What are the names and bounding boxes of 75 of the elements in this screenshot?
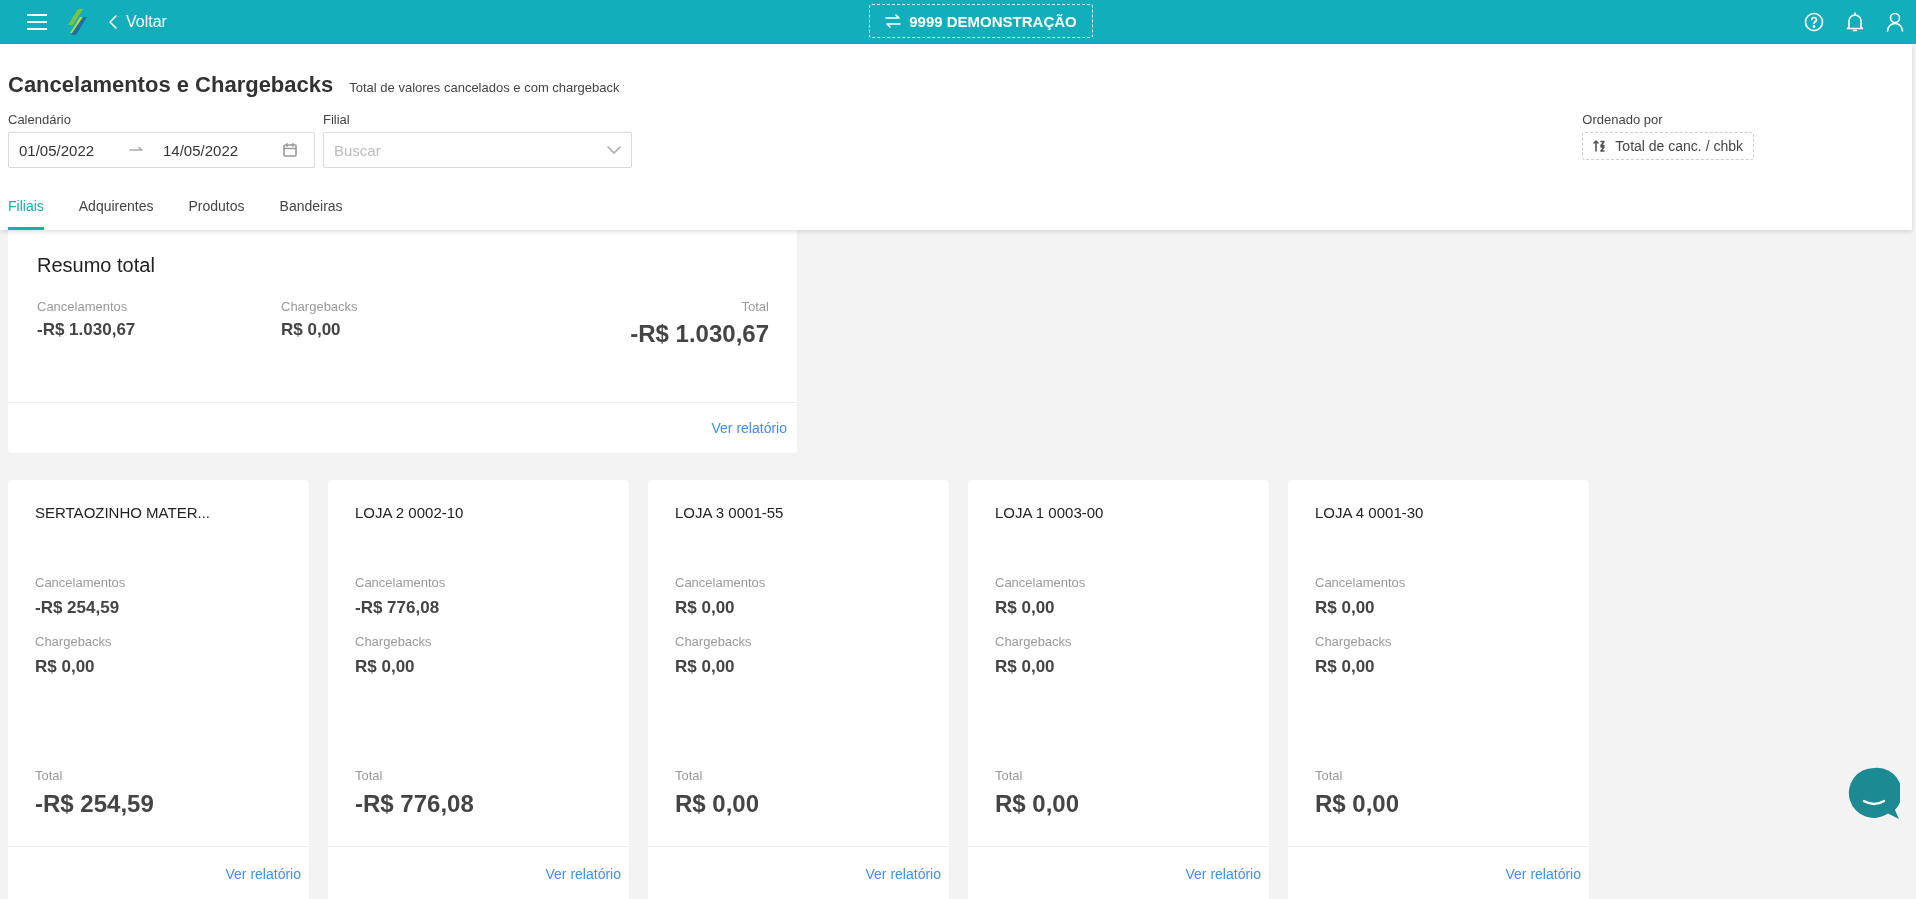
report-link[interactable]: Ver relatório (865, 866, 941, 882)
chat-bubble-icon[interactable] (1848, 767, 1900, 821)
cancellations-label: Cancelamentos (995, 575, 1086, 590)
total-value: R$ 0,00 (1315, 790, 1400, 818)
total-value: R$ 0,00 (675, 790, 760, 818)
menu-icon[interactable] (26, 13, 48, 31)
company-switch-button[interactable]: 9999 DEMONSTRAÇÃO (869, 4, 1093, 38)
calendar-icon (283, 143, 297, 157)
user-icon (1886, 12, 1904, 32)
cancellations-label: Cancelamentos (1315, 575, 1406, 590)
cancellations-value: -R$ 254,59 (35, 598, 120, 618)
start-date-field[interactable]: 01/05/2022 (19, 141, 119, 159)
report-link[interactable]: Ver relatório (225, 866, 301, 882)
cancellations-value: -R$ 776,08 (355, 598, 440, 618)
date-range-picker[interactable]: 01/05/2022 14/05/2022 (8, 132, 315, 168)
store-name: LOJA 2 0002-10 (355, 504, 465, 521)
total-label: Total (35, 768, 63, 783)
calendar-label: Calendário (8, 112, 72, 127)
cancellations-label: Cancelamentos (35, 575, 126, 590)
store-name: LOJA 1 0003-00 (995, 504, 1105, 521)
chargebacks-value: R$ 0,00 (675, 657, 735, 677)
total-label: Total (1315, 768, 1343, 783)
chargebacks-value: R$ 0,00 (1315, 657, 1375, 677)
chargebacks-label: Chargebacks (35, 634, 112, 649)
cancellations-label: Cancelamentos (675, 575, 766, 590)
end-date-field[interactable]: 14/05/2022 (163, 141, 273, 159)
report-link[interactable]: Ver relatório (711, 420, 787, 436)
chargebacks-label: Chargebacks (355, 634, 432, 649)
help-icon (1804, 12, 1824, 32)
card-title: Resumo total (37, 254, 156, 277)
sort-label: Ordenado por (1582, 112, 1664, 127)
swap-arrows-icon (885, 14, 902, 28)
branch-label: Filial (323, 112, 351, 127)
report-link[interactable]: Ver relatório (1505, 866, 1581, 882)
store-name: LOJA 3 0001-55 (675, 504, 785, 521)
cancellations-label: Cancelamentos (355, 575, 446, 590)
branch-select[interactable]: Buscar (323, 132, 632, 168)
page-subtitle: Total de valores cancelados e com chargeback (349, 80, 620, 95)
cancellations-value: R$ 0,00 (995, 598, 1055, 618)
total-label: Total (355, 768, 383, 783)
total-value: -R$ 254,59 (35, 790, 154, 818)
back-button[interactable]: Voltar (108, 13, 167, 31)
logo-icon (66, 9, 88, 35)
branch-search-field[interactable]: Buscar (334, 141, 597, 159)
cancellations-label: Cancelamentos (37, 299, 129, 314)
total-value: R$ 0,00 (995, 790, 1080, 818)
cancellations-value: R$ 0,00 (1315, 598, 1375, 618)
chargebacks-value: R$ 0,00 (355, 657, 415, 677)
chevron-down-icon (607, 146, 621, 154)
chargebacks-label: Chargebacks (675, 634, 752, 649)
total-value: -R$ 776,08 (355, 790, 474, 818)
total-label: Total (995, 768, 1023, 783)
chevron-left-icon (108, 14, 118, 30)
chargebacks-label: Chargebacks (995, 634, 1072, 649)
chargebacks-value: R$ 0,00 (281, 320, 342, 340)
sort-button[interactable]: Total de canc. / chbk (1582, 132, 1754, 160)
total-label: Total (675, 768, 703, 783)
cancellations-value: -R$ 1.030,67 (37, 320, 137, 340)
tab[interactable]: Bandeiras (279, 194, 343, 230)
report-link[interactable]: Ver relatório (545, 866, 621, 882)
chargebacks-label: Chargebacks (281, 299, 359, 314)
total-label: Total (741, 299, 769, 314)
total-value: -R$ 1.030,67 (630, 320, 769, 348)
store-name: LOJA 4 0001-30 (1315, 504, 1425, 521)
tab[interactable]: Adquirentes (78, 194, 154, 230)
tab[interactable]: Produtos (188, 194, 245, 230)
store-name: SERTAOZINHO MATER... (35, 504, 211, 521)
sort-icon (1593, 140, 1606, 152)
chargebacks-value: R$ 0,00 (995, 657, 1055, 677)
bell-icon (1846, 12, 1864, 32)
page-title: Cancelamentos e Chargebacks (8, 72, 334, 98)
chargebacks-value: R$ 0,00 (35, 657, 95, 677)
chargebacks-label: Chargebacks (1315, 634, 1392, 649)
report-link[interactable]: Ver relatório (1185, 866, 1261, 882)
cancellations-value: R$ 0,00 (675, 598, 735, 618)
